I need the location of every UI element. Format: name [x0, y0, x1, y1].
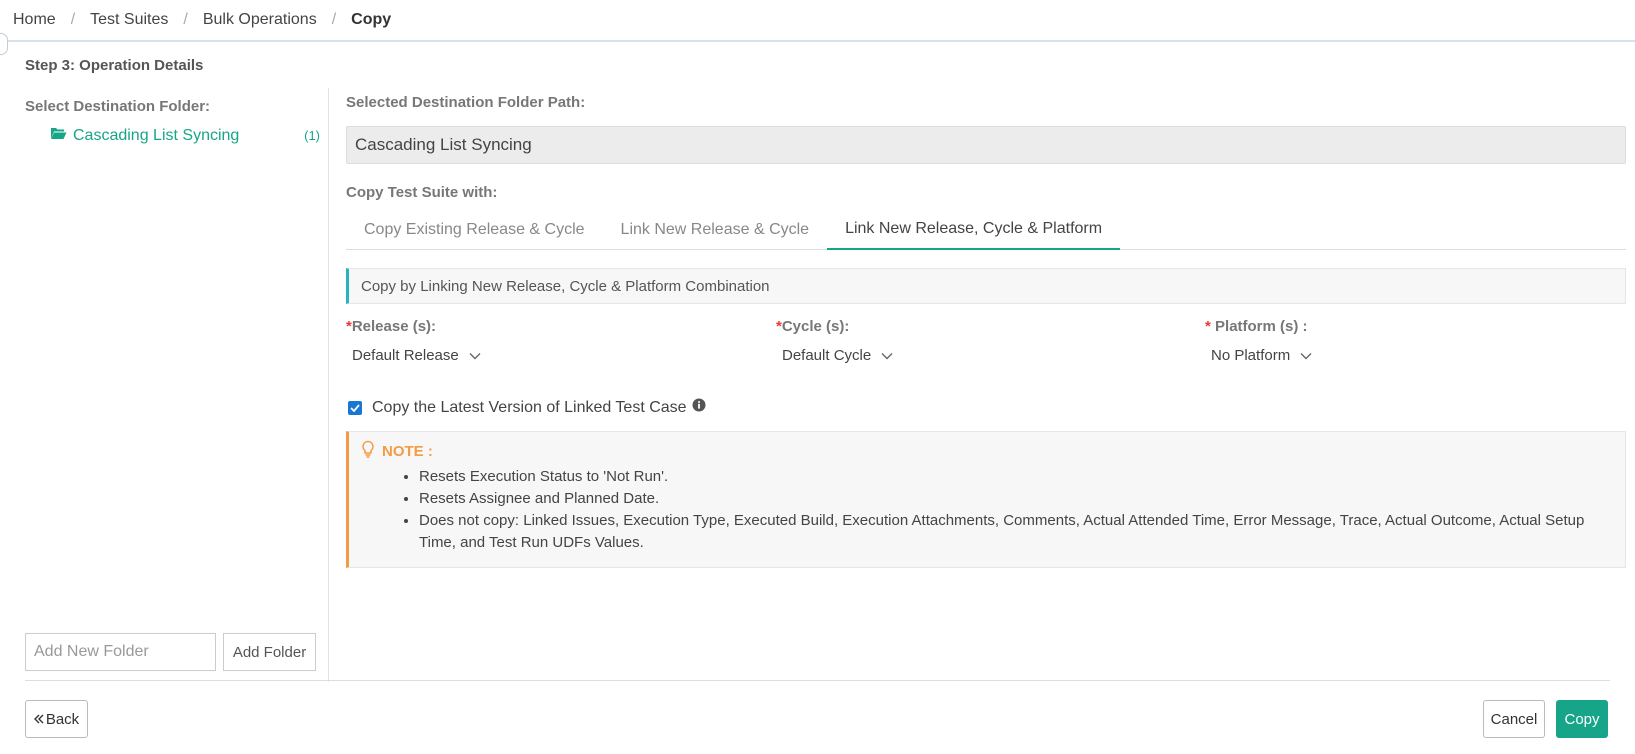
- note-title: NOTE :: [361, 440, 1613, 462]
- sidebar-toggle-handle[interactable]: [0, 33, 8, 55]
- required-marker: *: [1205, 318, 1216, 335]
- copy-with-label: Copy Test Suite with:: [346, 184, 498, 201]
- note-list: Resets Execution Status to 'Not Run'. Re…: [419, 466, 1613, 554]
- cycle-dropdown[interactable]: Default Cycle: [776, 347, 893, 364]
- folder-path-field: Cascading List Syncing: [346, 126, 1626, 164]
- copy-latest-version-label[interactable]: Copy the Latest Version of Linked Test C…: [372, 399, 687, 417]
- platform-selected-value: No Platform: [1211, 347, 1291, 364]
- copy-latest-version-option: Copy the Latest Version of Linked Test C…: [346, 398, 706, 417]
- note-item: Resets Execution Status to 'Not Run'.: [419, 466, 1613, 488]
- platform-field: * Platform (s) : No Platform: [1205, 318, 1605, 365]
- platform-label: * Platform (s) :: [1205, 318, 1308, 335]
- back-button-label: Back: [45, 710, 80, 728]
- destination-folder-label: Select Destination Folder:: [25, 98, 211, 115]
- chevron-down-icon: [1300, 347, 1312, 364]
- breadcrumb-separator: /: [331, 11, 337, 28]
- tab-link-new-release-cycle-platform[interactable]: Link New Release, Cycle & Platform: [827, 210, 1121, 250]
- breadcrumb: Home / Test Suites / Bulk Operations / C…: [0, 0, 1635, 42]
- cancel-button[interactable]: Cancel: [1483, 700, 1545, 738]
- info-icon[interactable]: [692, 398, 706, 417]
- cycle-field: *Cycle (s): Default Cycle: [776, 318, 1176, 365]
- copy-button[interactable]: Copy: [1556, 700, 1608, 738]
- tab-copy-existing-release-cycle[interactable]: Copy Existing Release & Cycle: [346, 210, 603, 250]
- add-folder-button[interactable]: Add Folder: [223, 633, 316, 671]
- chevron-down-icon: [881, 347, 893, 364]
- cycle-selected-value: Default Cycle: [782, 347, 872, 364]
- folder-path-label: Selected Destination Folder Path:: [346, 94, 586, 111]
- release-selected-value: Default Release: [352, 347, 459, 364]
- breadcrumb-test-suites[interactable]: Test Suites: [90, 11, 168, 29]
- mode-info-banner: Copy by Linking New Release, Cycle & Pla…: [346, 268, 1626, 304]
- back-button[interactable]: Back: [25, 700, 88, 738]
- folder-open-icon: [50, 126, 73, 145]
- folder-tree-item[interactable]: Cascading List Syncing (1): [50, 126, 320, 145]
- footer-divider: [25, 680, 1610, 681]
- double-chevron-left-icon: [33, 711, 46, 728]
- copy-latest-version-checkbox[interactable]: [348, 400, 362, 415]
- folder-panel: Select Destination Folder: Cascading Lis…: [25, 88, 329, 682]
- breadcrumb-current: Copy: [351, 11, 392, 28]
- breadcrumb-bulk-operations[interactable]: Bulk Operations: [203, 11, 317, 29]
- new-folder-input[interactable]: [25, 633, 216, 671]
- copy-mode-tabs: Copy Existing Release & Cycle Link New R…: [346, 210, 1626, 250]
- mode-info-text: Copy by Linking New Release, Cycle & Pla…: [361, 277, 770, 295]
- folder-name: Cascading List Syncing: [73, 126, 240, 144]
- note-box: NOTE : Resets Execution Status to 'Not R…: [346, 431, 1626, 568]
- note-item: Does not copy: Linked Issues, Execution …: [419, 510, 1613, 554]
- platform-dropdown[interactable]: No Platform: [1205, 347, 1312, 364]
- chevron-down-icon: [469, 347, 481, 364]
- release-field: *Release (s): Default Release: [346, 318, 746, 365]
- release-dropdown[interactable]: Default Release: [346, 347, 481, 364]
- tab-link-new-release-cycle[interactable]: Link New Release & Cycle: [603, 210, 828, 250]
- release-label: *Release (s):: [346, 318, 437, 335]
- breadcrumb-home[interactable]: Home: [13, 11, 56, 29]
- folder-count-badge: (1): [304, 128, 320, 143]
- step-title: Step 3: Operation Details: [25, 57, 204, 74]
- cycle-label: *Cycle (s):: [776, 318, 850, 335]
- folder-path-value: Cascading List Syncing: [355, 135, 532, 154]
- note-item: Resets Assignee and Planned Date.: [419, 488, 1613, 510]
- breadcrumb-separator: /: [183, 11, 188, 28]
- release-cycle-platform-fields: *Release (s): Default Release *Cycle (s)…: [346, 318, 1626, 378]
- breadcrumb-separator: /: [70, 11, 76, 28]
- lightbulb-icon: [361, 440, 382, 462]
